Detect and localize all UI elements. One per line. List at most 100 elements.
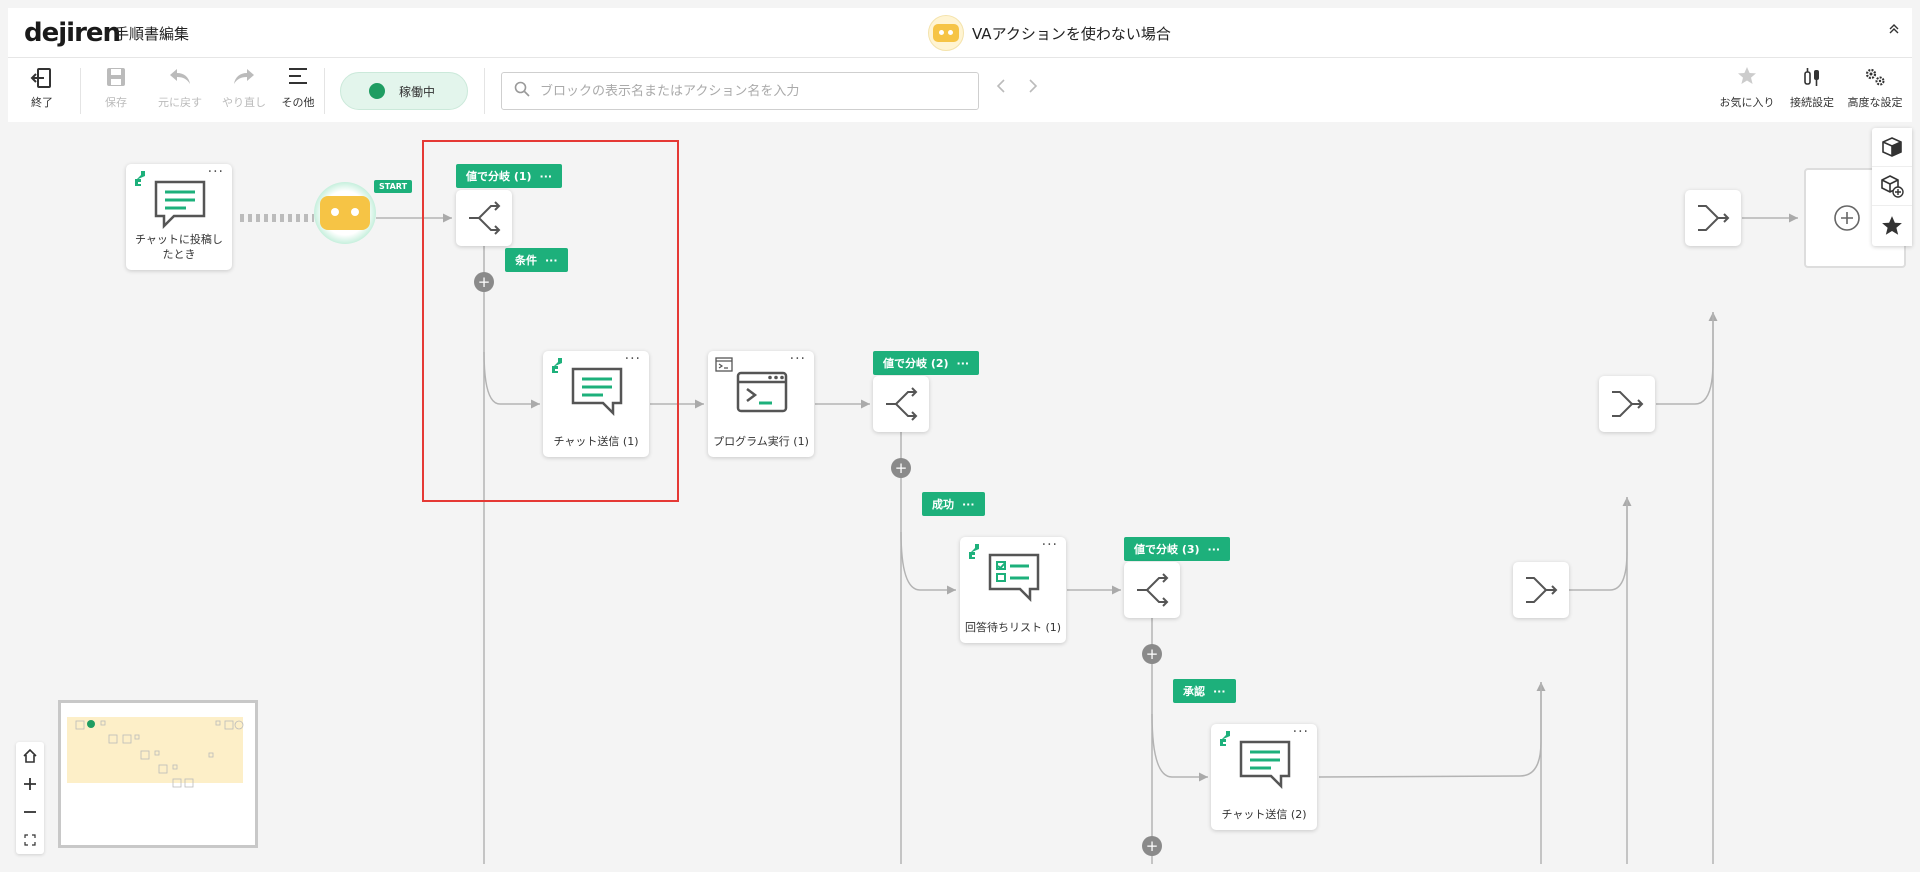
success-tag[interactable]: 成功 ···	[922, 492, 985, 516]
redo-label: やり直し	[222, 96, 266, 109]
search-box	[501, 72, 979, 110]
block-library-button[interactable]	[1872, 128, 1912, 167]
node-more-icon[interactable]: ···	[208, 164, 224, 180]
flow-canvas[interactable]: ··· チャットに投稿したとき START 値で分岐 (1) ··· + 条件 ··…	[0, 122, 1920, 872]
toolbar-divider	[484, 68, 485, 114]
cube-icon	[1882, 137, 1902, 157]
tag-label: 成功	[932, 498, 954, 511]
zoom-out-button[interactable]	[16, 798, 44, 826]
merge-icon	[1698, 205, 1730, 231]
connection-icon	[1784, 66, 1840, 94]
exit-icon	[14, 66, 70, 94]
plus-icon	[24, 778, 36, 790]
advanced-settings-button[interactable]: 高度な設定	[1842, 66, 1908, 110]
search-input[interactable]	[540, 83, 960, 99]
undo-button[interactable]: 元に戻す	[152, 66, 208, 110]
program-run-1-node[interactable]: ··· プログラム実行 (1)	[708, 351, 814, 457]
tag-more-icon[interactable]: ···	[962, 498, 975, 511]
toolbar: 終了 保存 元に戻す やり直し その他 稼働中 ブロックの表示名またはアクション…	[8, 58, 1912, 122]
next-result-arrow[interactable]	[1028, 78, 1038, 97]
flow-title-group: VAアクションを使わない場合	[928, 15, 1171, 51]
status-label: 稼働中	[399, 84, 436, 99]
chat-bubble-icon	[1239, 740, 1291, 790]
undo-icon	[152, 66, 208, 94]
edge-merge2-merge1	[1656, 312, 1718, 405]
start-node[interactable]	[314, 182, 376, 244]
dejiren-icon	[1220, 731, 1230, 746]
merge-icon	[1612, 391, 1644, 417]
redo-icon	[216, 66, 272, 94]
advanced-label: 高度な設定	[1847, 96, 1903, 109]
flow-title: VAアクションを使わない場合	[972, 24, 1171, 43]
merge1-node[interactable]	[1685, 190, 1741, 246]
minus-icon	[24, 811, 36, 813]
save-icon	[88, 66, 144, 94]
edge-merge3-merge2	[1569, 497, 1632, 591]
status-toggle[interactable]: 稼働中	[340, 72, 468, 110]
chat-bubble-icon	[154, 180, 206, 230]
branch2-node[interactable]	[873, 376, 929, 432]
edge-to-chat2	[1151, 713, 1208, 782]
terminal-icon	[736, 371, 788, 413]
connection-label: 接続設定	[1790, 96, 1834, 109]
tag-more-icon[interactable]: ···	[1208, 543, 1221, 556]
other-label: その他	[281, 96, 315, 109]
add-block-button[interactable]	[1872, 167, 1912, 206]
chat-send-2-node[interactable]: ··· チャット送信 (2)	[1211, 724, 1317, 830]
exit-button[interactable]: 終了	[14, 66, 70, 110]
zoom-controls	[16, 742, 44, 854]
tag-more-icon[interactable]: ···	[1213, 685, 1226, 698]
edge-chat2-merge3	[1318, 682, 1546, 778]
zoom-in-button[interactable]	[16, 770, 44, 798]
add-branch-button[interactable]: +	[891, 458, 911, 478]
favorites-panel-button[interactable]	[1872, 206, 1912, 245]
tag-label: 値で分岐 (2)	[883, 357, 949, 370]
answer-list-1-node[interactable]: ··· 回答待ちリスト (1)	[960, 537, 1066, 643]
merge-icon	[1526, 577, 1558, 603]
favorite-label: お気に入り	[1719, 96, 1775, 109]
merge3-node[interactable]	[1513, 562, 1569, 618]
gears-icon	[1842, 66, 1908, 94]
edge-to-answerlist	[900, 531, 956, 595]
answer-list-1-label: 回答待ちリスト (1)	[964, 621, 1062, 634]
branch-icon	[1137, 573, 1169, 607]
fit-view-icon	[24, 834, 36, 846]
fit-view-button[interactable]	[16, 826, 44, 854]
dejiren-icon	[135, 171, 145, 186]
prev-result-arrow[interactable]	[996, 78, 1006, 97]
minimap-preview	[67, 717, 244, 788]
dejiren-icon	[969, 544, 979, 559]
tag-label: 承認	[1183, 685, 1205, 698]
collapse-icon[interactable]	[1888, 22, 1900, 38]
checklist-icon	[988, 553, 1040, 603]
home-button[interactable]	[16, 742, 44, 770]
side-panel	[1872, 128, 1912, 246]
minimap[interactable]	[58, 700, 258, 848]
trigger-node[interactable]: ··· チャットに投稿したとき	[126, 164, 232, 270]
node-more-icon[interactable]: ···	[1042, 537, 1058, 553]
start-badge: START	[374, 180, 413, 193]
add-branch-button[interactable]: +	[1142, 644, 1162, 664]
tag-label: 値で分岐 (3)	[1134, 543, 1200, 556]
branch-icon	[886, 387, 918, 421]
other-menu-button[interactable]: その他	[270, 66, 326, 110]
connection-settings-button[interactable]: 接続設定	[1784, 66, 1840, 110]
page-title: 手順書編集	[114, 25, 190, 43]
add-branch-button[interactable]: +	[1142, 836, 1162, 856]
redo-button[interactable]: やり直し	[216, 66, 272, 110]
star-icon	[1882, 215, 1902, 235]
branch3-node[interactable]	[1124, 562, 1180, 618]
node-more-icon[interactable]: ···	[790, 351, 806, 367]
merge2-node[interactable]	[1599, 376, 1655, 432]
home-icon	[23, 749, 37, 763]
save-button[interactable]: 保存	[88, 66, 144, 110]
toolbar-divider	[324, 68, 325, 114]
branch3-tag[interactable]: 値で分岐 (3) ···	[1124, 537, 1231, 561]
app-root: dejiren 手順書編集 VAアクションを使わない場合 終了 保存 元に戻す …	[0, 0, 1920, 872]
status-dot	[369, 83, 385, 99]
approve-tag[interactable]: 承認 ···	[1173, 679, 1236, 703]
node-more-icon[interactable]: ···	[1293, 724, 1309, 740]
branch2-tag[interactable]: 値で分岐 (2) ···	[873, 351, 980, 375]
favorite-button[interactable]: お気に入り	[1714, 66, 1780, 110]
tag-more-icon[interactable]: ···	[957, 357, 970, 370]
